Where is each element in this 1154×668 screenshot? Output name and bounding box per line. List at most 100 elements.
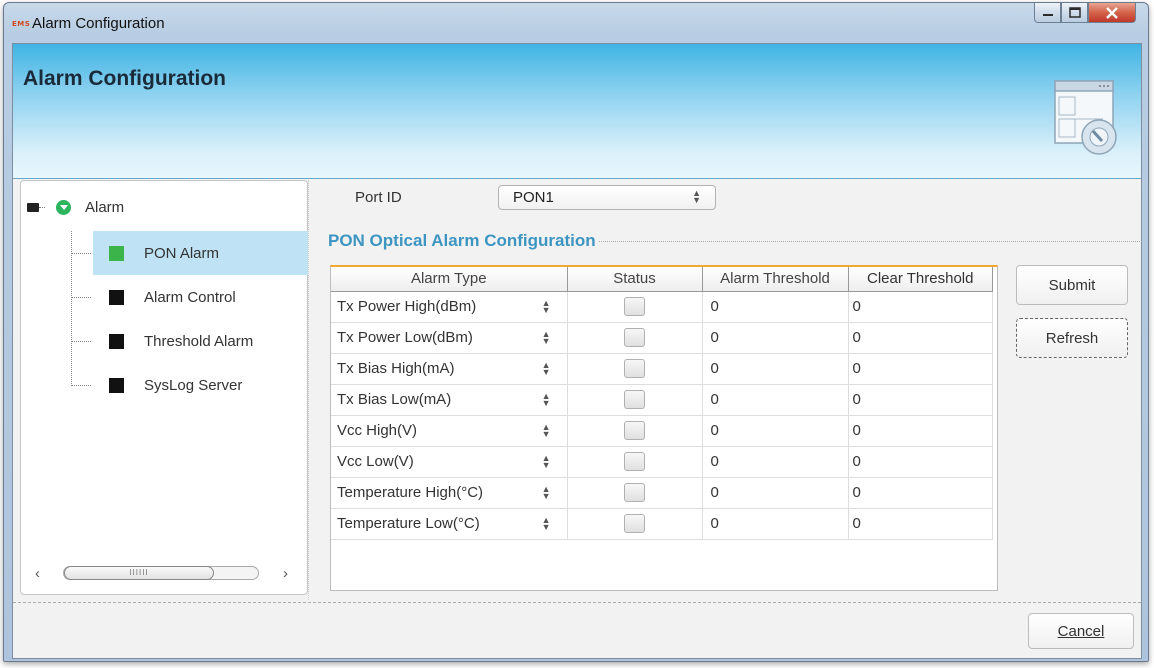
alarm-type-value: Tx Power Low(dBm) [337,329,473,346]
tree-horizontal-scrollbar[interactable]: ‹ IIIIII › [31,562,299,584]
alarm-control-icon [109,289,124,305]
scroll-track[interactable]: IIIIII [63,566,259,580]
scroll-right-icon[interactable]: › [283,565,288,582]
cancel-button[interactable]: Cancel [1028,613,1134,649]
status-cell [567,291,703,323]
cancel-button-label: Cancel [1057,622,1105,640]
tree-item-alarm-control[interactable]: Alarm Control [71,275,309,319]
clear-threshold-cell[interactable]: 0 [847,322,993,354]
status-cell [567,415,703,447]
alarm-threshold-cell[interactable]: 0 [702,384,849,416]
maximize-icon [1068,7,1081,18]
spinner-icon[interactable]: ▲ ▼ [542,329,551,345]
threshold-alarm-icon [109,333,124,349]
alarm-threshold-cell[interactable]: 0 [702,446,849,478]
title-bar[interactable]: EMS Alarm Configuration [4,3,1148,45]
table-row[interactable]: Vcc High(V) ▲ ▼ 0 0 [331,415,993,447]
spinner-icon[interactable]: ▲ ▼ [542,422,551,438]
close-icon [1106,6,1118,19]
status-checkbox[interactable] [624,297,645,316]
alarm-threshold-cell[interactable]: 0 [702,322,849,354]
window-title: Alarm Configuration [32,15,165,32]
status-checkbox[interactable] [624,421,645,440]
alarm-type-cell[interactable]: Tx Bias Low(mA) ▲ ▼ [331,384,568,416]
alarm-threshold-cell[interactable]: 0 [702,477,849,509]
header-banner: Alarm Configuration [13,44,1141,179]
column-header-alarm-threshold[interactable]: Alarm Threshold [702,267,849,292]
table-row[interactable]: Tx Power High(dBm) ▲ ▼ 0 0 [331,291,993,323]
alarm-type-value: Vcc High(V) [337,422,418,439]
alarm-threshold-cell[interactable]: 0 [702,508,849,540]
alarm-threshold-cell[interactable]: 0 [702,353,849,385]
clear-threshold-cell[interactable]: 0 [847,353,993,385]
minimize-icon [1042,13,1053,16]
table-row[interactable]: Tx Power Low(dBm) ▲ ▼ 0 0 [331,322,993,354]
tree-item-label: SysLog Server [144,376,243,394]
status-checkbox[interactable] [624,483,645,502]
clear-threshold-cell[interactable]: 0 [847,291,993,323]
spinner-icon[interactable]: ▲ ▼ [692,189,701,205]
scroll-thumb[interactable]: IIIIII [64,566,214,580]
alarm-table: Alarm Type Status Alarm Threshold Clear … [330,265,998,591]
status-checkbox[interactable] [624,390,645,409]
tree-item-pon-alarm[interactable]: PON Alarm [71,231,309,275]
alarm-type-cell[interactable]: Tx Bias High(mA) ▲ ▼ [331,353,568,385]
alarm-type-cell[interactable]: Tx Power Low(dBm) ▲ ▼ [331,322,568,354]
minimize-button[interactable] [1034,3,1061,23]
collapse-icon[interactable] [27,203,45,212]
maximize-button[interactable] [1061,3,1088,23]
status-checkbox[interactable] [624,452,645,471]
submit-button[interactable]: Submit [1016,265,1128,305]
column-header-alarm-type[interactable]: Alarm Type [331,267,568,292]
clear-threshold-cell[interactable]: 0 [847,384,993,416]
clear-threshold-cell[interactable]: 0 [847,508,993,540]
alarm-type-cell[interactable]: Tx Power High(dBm) ▲ ▼ [331,291,568,323]
column-header-clear-threshold[interactable]: Clear Threshold [848,267,993,292]
alarm-type-value: Temperature High(°C) [337,484,484,501]
column-header-status[interactable]: Status [567,267,703,292]
window-controls [1034,3,1136,23]
spinner-icon[interactable]: ▲ ▼ [542,360,551,376]
table-row[interactable]: Vcc Low(V) ▲ ▼ 0 0 [331,446,993,478]
scroll-left-icon[interactable]: ‹ [35,565,40,582]
port-id-select[interactable]: PON1 ▲ ▼ [498,185,716,210]
clear-threshold-cell[interactable]: 0 [847,446,993,478]
tree-item-label: Threshold Alarm [144,332,254,350]
status-cell [567,353,703,385]
alarm-type-cell[interactable]: Vcc High(V) ▲ ▼ [331,415,568,447]
spinner-icon[interactable]: ▲ ▼ [542,391,551,407]
tree-root-alarm[interactable]: Alarm [27,199,124,216]
spinner-icon[interactable]: ▲ ▼ [542,453,551,469]
header-title: Alarm Configuration [23,67,226,90]
alarm-threshold-cell[interactable]: 0 [702,291,849,323]
alarm-type-cell[interactable]: Vcc Low(V) ▲ ▼ [331,446,568,478]
status-checkbox[interactable] [624,514,645,533]
section-title: PON Optical Alarm Configuration [328,231,598,251]
tree-item-syslog-server[interactable]: SysLog Server [71,363,309,407]
alarm-threshold-cell[interactable]: 0 [702,415,849,447]
refresh-button[interactable]: Refresh [1016,318,1128,358]
spinner-icon[interactable]: ▲ ▼ [542,298,551,314]
spinner-icon[interactable]: ▲ ▼ [542,484,551,500]
status-cell [567,477,703,509]
table-row[interactable]: Temperature High(°C) ▲ ▼ 0 0 [331,477,993,509]
pon-alarm-icon [109,245,124,261]
status-checkbox[interactable] [624,328,645,347]
tree-root-label: Alarm [85,199,125,216]
nav-tree-panel: Alarm PON Alarm Alarm Control Threshold … [20,180,308,595]
port-id-label: Port ID [355,189,402,206]
alarm-type-cell[interactable]: Temperature Low(°C) ▲ ▼ [331,508,568,540]
table-row[interactable]: Tx Bias High(mA) ▲ ▼ 0 0 [331,353,993,385]
table-row[interactable]: Tx Bias Low(mA) ▲ ▼ 0 0 [331,384,993,416]
tree-item-threshold-alarm[interactable]: Threshold Alarm [71,319,309,363]
close-button[interactable] [1088,3,1136,23]
spinner-icon[interactable]: ▲ ▼ [542,515,551,531]
status-cell [567,446,703,478]
clear-threshold-cell[interactable]: 0 [847,415,993,447]
status-checkbox[interactable] [624,359,645,378]
alarm-type-value: Temperature Low(°C) [337,515,480,532]
clear-threshold-cell[interactable]: 0 [847,477,993,509]
alarm-type-cell[interactable]: Temperature High(°C) ▲ ▼ [331,477,568,509]
status-cell [567,508,703,540]
table-row[interactable]: Temperature Low(°C) ▲ ▼ 0 0 [331,508,993,540]
